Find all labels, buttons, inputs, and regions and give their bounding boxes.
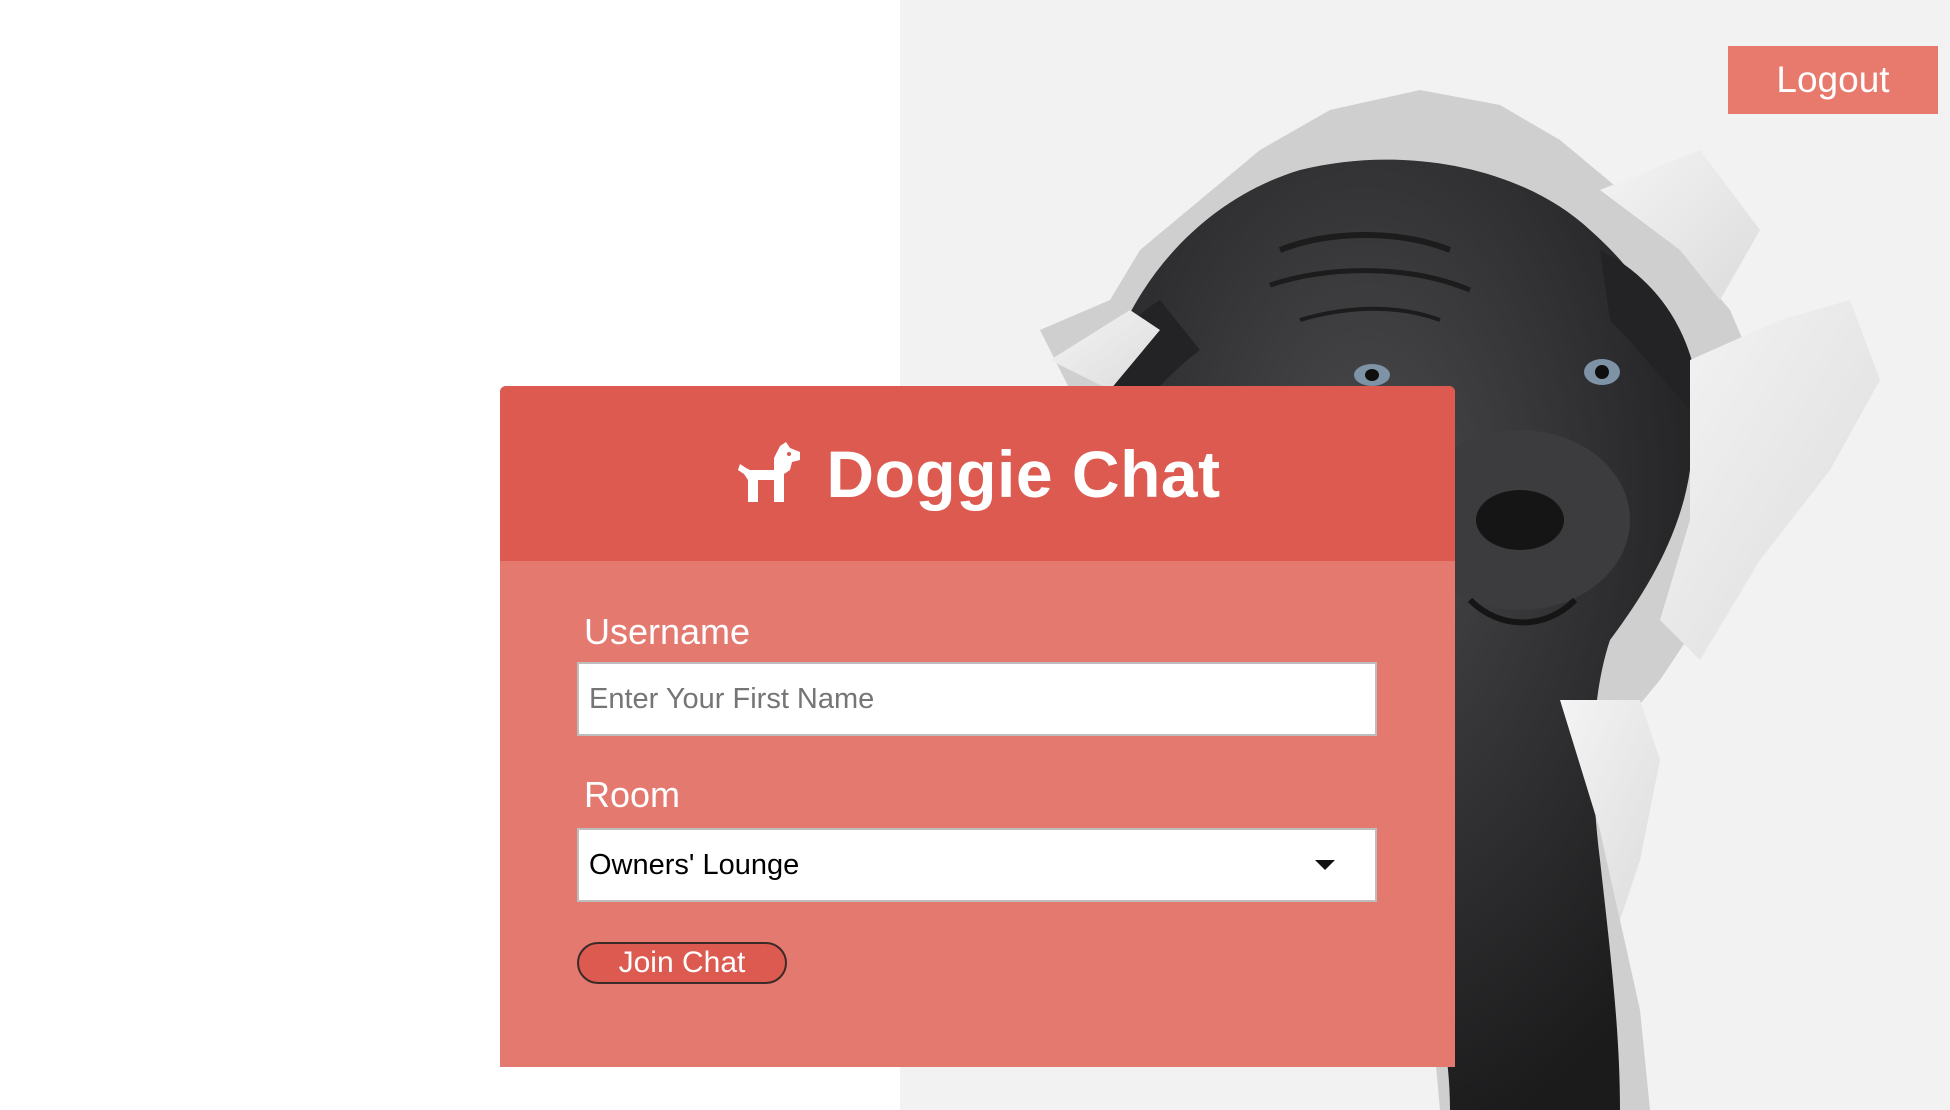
chevron-down-icon — [1315, 860, 1335, 870]
room-select[interactable]: Owners' Lounge — [577, 828, 1377, 902]
login-card: Doggie Chat Username Room Owners' Lounge… — [500, 386, 1455, 1067]
page: Logout Doggie Chat Username Room Owners'… — [0, 0, 1950, 1110]
app-title: Doggie Chat — [826, 436, 1221, 511]
room-label: Room — [584, 774, 681, 815]
card-header: Doggie Chat — [500, 386, 1455, 561]
room-select-value: Owners' Lounge — [589, 848, 800, 881]
username-label: Username — [584, 611, 751, 652]
logout-button[interactable]: Logout — [1728, 46, 1938, 114]
username-input[interactable] — [577, 662, 1377, 736]
dog-icon — [738, 441, 801, 502]
join-chat-button[interactable]: Join Chat — [577, 942, 787, 984]
